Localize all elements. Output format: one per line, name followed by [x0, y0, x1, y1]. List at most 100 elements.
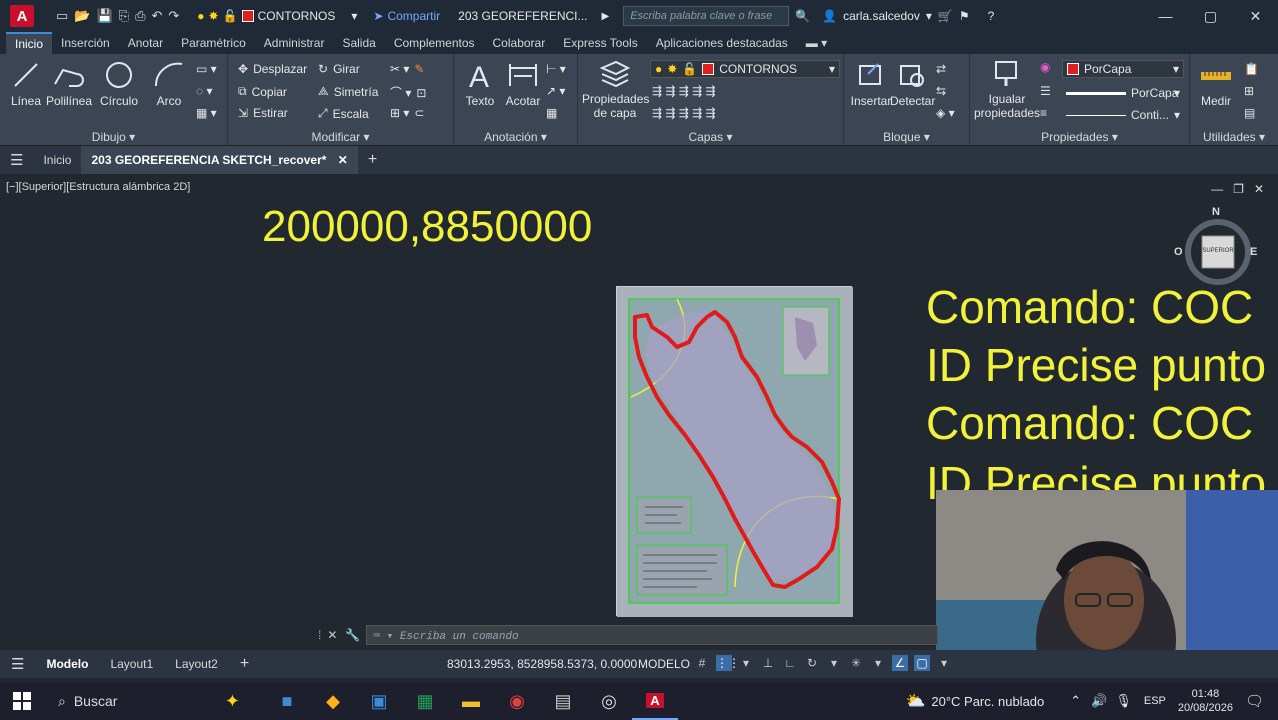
viewcube[interactable]: SUPERIOR N E O [1174, 206, 1260, 292]
copy-button[interactable]: ⧉ Copiar [238, 84, 287, 99]
viewport-label[interactable]: [−][Superior][Estructura alámbrica 2D] [6, 181, 190, 193]
layer-tools-row-1[interactable]: ⇶ ⇶ ⇶ ⇶ ⇶ [652, 84, 716, 98]
user-account[interactable]: 👤 carla.salcedov ▾ 🛒 ⚑ ? [822, 9, 994, 23]
color-dropdown[interactable]: PorCapa ▾ [1062, 60, 1184, 78]
maximize-button[interactable]: ▢ [1188, 0, 1233, 32]
tab-complementos[interactable]: Complementos [385, 32, 484, 54]
undo-icon[interactable]: ↶ [151, 8, 162, 24]
add-layout-button[interactable]: + [229, 655, 260, 673]
tab-layout2[interactable]: Layout2 [164, 657, 229, 671]
autocad-logo-icon[interactable]: A [10, 5, 34, 27]
viewport-restore-icon[interactable]: ❐ [1233, 182, 1244, 196]
save-as-icon[interactable]: ⎘ [119, 8, 129, 24]
erase-icon[interactable]: ✎ [414, 62, 424, 76]
file-tab-current[interactable]: 203 GEOREFERENCIA SKETCH_recover* ✕ [81, 146, 358, 174]
recorder-app-icon[interactable]: ◎ [586, 682, 632, 720]
measure-button[interactable]: Medir [1196, 60, 1236, 108]
offset-icon[interactable]: ⊂ [414, 106, 424, 120]
tab-parametrico[interactable]: Paramétrico [172, 32, 255, 54]
block-attr-tool[interactable]: ◈ ▾ [936, 106, 955, 120]
georeferenced-map-image[interactable] [616, 286, 853, 617]
insert-block-button[interactable]: Insertar [848, 60, 894, 108]
redo-icon[interactable]: ↷ [168, 8, 179, 24]
ortho-icon[interactable]: ∟ [782, 655, 798, 671]
rotate-button[interactable]: ↻ Girar [318, 62, 360, 76]
chevron-down-icon[interactable]: ▾ [870, 655, 886, 671]
cart-icon[interactable]: 🛒 [938, 9, 953, 23]
text-tool-button[interactable]: A Texto [462, 60, 498, 108]
isometric-icon[interactable]: ✳ [848, 655, 864, 671]
drag-handle-icon[interactable]: ⁞ [318, 628, 321, 642]
tab-anotar[interactable]: Anotar [119, 32, 172, 54]
ellipse-tool[interactable]: ◌ ▾ [196, 84, 213, 98]
polyline-tool-button[interactable]: Polilínea [46, 60, 92, 108]
plot-icon[interactable]: ⎙ [135, 8, 145, 24]
help-search-input[interactable]: Escriba palabra clave o frase [623, 6, 790, 26]
snap-icon[interactable]: ⋮⋮ [716, 655, 740, 671]
create-block-tool[interactable]: ⇄ [936, 62, 946, 76]
panel-title-modificar[interactable]: Modificar ▾ [228, 130, 453, 144]
line-tool-button[interactable]: Línea [6, 60, 46, 108]
chevron-down-icon[interactable]: ▾ [738, 655, 754, 671]
speaker-icon[interactable]: 🔊 [1091, 693, 1107, 709]
excel-app-icon[interactable]: ▦ [402, 682, 448, 720]
explode-icon[interactable]: ⊡ [416, 86, 426, 100]
object-snap-icon[interactable]: ▢ [914, 655, 930, 671]
notifications-icon[interactable]: 🗨 [1245, 692, 1264, 710]
detect-button[interactable]: Detectar [890, 60, 935, 108]
tab-layout1[interactable]: Layout1 [99, 657, 164, 671]
tab-insercion[interactable]: Inserción [52, 32, 119, 54]
leader-tool[interactable]: ↗ ▾ [546, 84, 565, 98]
chrome-app-icon[interactable]: ◉ [494, 682, 540, 720]
store-app-icon[interactable]: ▣ [356, 682, 402, 720]
cursor-coordinates[interactable]: 83013.2953, 8528958.5373, 0.0000 [447, 657, 637, 671]
close-button[interactable]: ✕ [1233, 0, 1278, 32]
circle-tool-button[interactable]: Círculo [98, 60, 140, 108]
clock[interactable]: 01:48 20/08/2026 [1178, 687, 1233, 715]
tab-modelo[interactable]: Modelo [35, 657, 99, 671]
edit-block-tool[interactable]: ⇆ [936, 84, 946, 98]
outlook-app-icon[interactable]: ■ [264, 682, 310, 720]
lineweight-dropdown[interactable]: PorCapa ▾ [1062, 84, 1184, 102]
tab-aplicaciones-destacadas[interactable]: Aplicaciones destacadas [647, 32, 797, 54]
array-tool[interactable]: ⊞ ▾ ⊂ [390, 106, 424, 120]
panel-title-propiedades[interactable]: Propiedades ▾ [970, 130, 1189, 144]
object-tracking-icon[interactable]: ∠ [892, 655, 908, 671]
layer-properties-button[interactable]: Propiedades de capa [582, 58, 649, 120]
move-button[interactable]: ✥ Desplazar [238, 62, 307, 76]
autodesk-app-icon[interactable]: ⚑ [959, 9, 970, 23]
panel-title-bloque[interactable]: Bloque ▾ [844, 130, 969, 144]
drawing-canvas[interactable]: [−][Superior][Estructura alámbrica 2D] —… [0, 174, 1278, 650]
hatch-tool[interactable]: ▦ ▾ [196, 106, 217, 120]
panel-title-anotacion[interactable]: Anotación ▾ [454, 130, 577, 144]
command-input[interactable]: ⌨ ▾ Escriba un comando [366, 625, 938, 645]
viewport-close-icon[interactable]: ✕ [1254, 182, 1264, 196]
calculator-icon[interactable]: ▤ [1244, 106, 1255, 120]
chevron-down-icon[interactable]: ▾ [826, 655, 842, 671]
notes-app-icon[interactable]: ▤ [540, 682, 586, 720]
save-icon[interactable]: 💾 [96, 8, 112, 24]
arc-tool-button[interactable]: Arco [150, 60, 188, 108]
windows-start-button[interactable] [0, 682, 44, 720]
file-explorer-icon[interactable]: ▬ [448, 682, 494, 720]
stretch-button[interactable]: ⇲ Estirar [238, 106, 288, 120]
scale-button[interactable]: ⤢ Escala [318, 106, 369, 121]
microphone-icon[interactable]: 🎙 [1115, 693, 1132, 709]
layer-tools-row-2[interactable]: ⇶ ⇶ ⇶ ⇶ ⇶ [652, 106, 716, 120]
clipboard-icon[interactable]: 📋 [1244, 62, 1259, 76]
search-icon[interactable]: 🔍 [795, 9, 810, 23]
panel-title-utilidades[interactable]: Utilidades ▾ [1190, 130, 1278, 144]
model-space-toggle[interactable]: MODELO [638, 657, 690, 671]
tab-inicio[interactable]: Inicio [6, 32, 53, 54]
achievement-app-icon[interactable]: ◆ [310, 682, 356, 720]
mirror-button[interactable]: ⟁ Simetría [318, 84, 378, 99]
autocad-taskbar-icon[interactable]: A [632, 682, 678, 720]
color-picker-icon[interactable]: ◉ [1040, 60, 1050, 74]
weather-icon[interactable]: ⛅ [905, 691, 925, 711]
wrench-icon[interactable]: 🔧 [345, 628, 360, 642]
help-icon[interactable]: ? [988, 9, 995, 23]
linetype-dropdown[interactable]: Conti... ▾ [1062, 106, 1184, 124]
close-icon[interactable]: ✕ [327, 628, 337, 642]
linear-dim-tool[interactable]: ⊢ ▾ [546, 62, 566, 76]
layer-dropdown[interactable]: ● ✸ 🔓 CONTORNOS ▾ [650, 60, 840, 78]
